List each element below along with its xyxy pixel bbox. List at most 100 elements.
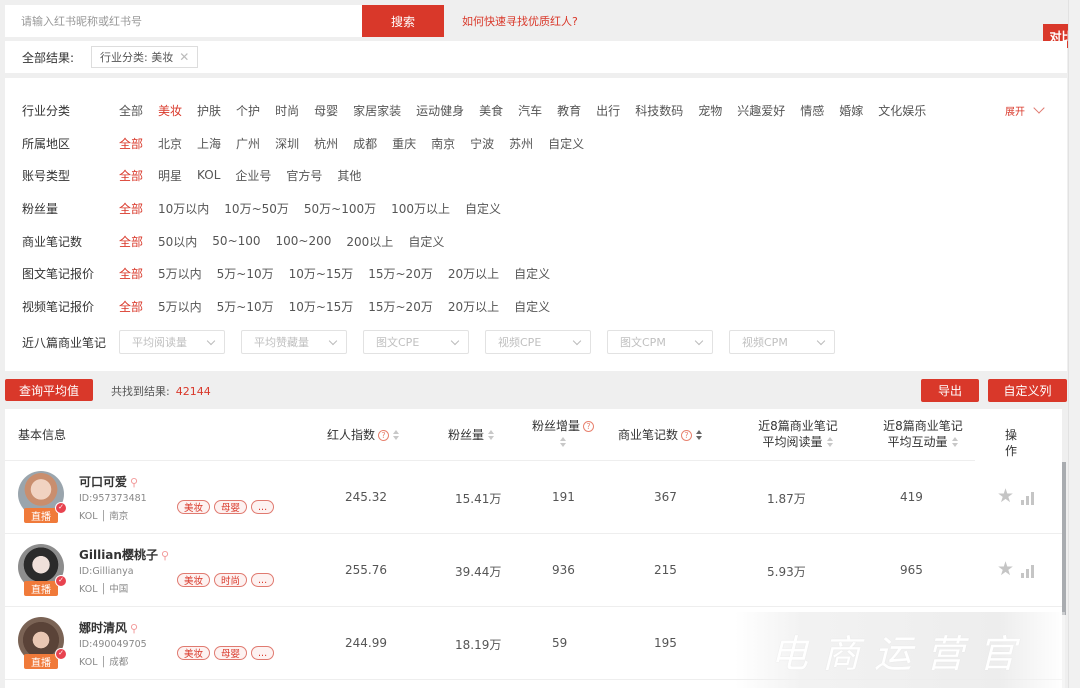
- filter-option[interactable]: 科技数码: [635, 102, 683, 119]
- filter-option[interactable]: 企业号: [235, 167, 271, 184]
- filter-option[interactable]: 苏州: [509, 135, 533, 152]
- category-tag[interactable]: ...: [251, 500, 275, 514]
- filter-option[interactable]: 10万~15万: [289, 298, 354, 315]
- filter-option[interactable]: 全部: [119, 135, 143, 152]
- search-button[interactable]: 搜索: [362, 5, 444, 37]
- filter-option[interactable]: 自定义: [514, 265, 550, 282]
- close-icon[interactable]: ✕: [179, 50, 189, 64]
- filter-option[interactable]: 出行: [596, 102, 620, 119]
- metric-select[interactable]: 平均赞藏量: [241, 330, 347, 354]
- help-icon[interactable]: ?: [378, 430, 390, 441]
- influencer-name[interactable]: Gillian樱桃子 ⚲: [79, 546, 169, 563]
- filter-option[interactable]: 护肤: [197, 102, 221, 119]
- category-tag[interactable]: 时尚: [214, 573, 248, 587]
- header-fans[interactable]: 粉丝量: [448, 427, 495, 443]
- category-tag[interactable]: 母婴: [214, 646, 248, 660]
- filter-option[interactable]: 自定义: [465, 200, 501, 217]
- query-average-button[interactable]: 查询平均值: [5, 379, 93, 401]
- filter-option[interactable]: 兴趣爱好: [737, 102, 785, 119]
- custom-columns-button[interactable]: 自定义列: [988, 379, 1067, 402]
- sort-icon[interactable]: [393, 430, 400, 441]
- filter-option[interactable]: 20万以上: [448, 298, 499, 315]
- metric-select[interactable]: 视频CPE: [485, 330, 591, 354]
- chart-icon[interactable]: [1020, 560, 1038, 578]
- header-notes[interactable]: 商业笔记数?: [618, 427, 703, 443]
- influencer-name[interactable]: 娜时清风 ⚲: [79, 619, 138, 636]
- filter-option[interactable]: 100万以上: [391, 200, 450, 217]
- sort-icon[interactable]: [951, 437, 959, 448]
- filter-option[interactable]: 上海: [197, 135, 221, 152]
- filter-option[interactable]: 5万以内: [158, 265, 202, 282]
- metric-select[interactable]: 视频CPM: [729, 330, 835, 354]
- filter-option[interactable]: 其他: [337, 167, 361, 184]
- filter-option[interactable]: 全部: [119, 200, 143, 217]
- filter-option[interactable]: 5万~10万: [217, 265, 274, 282]
- filter-option[interactable]: 5万~10万: [217, 298, 274, 315]
- table-row[interactable]: 直播 ✓ Gillian樱桃子 ⚲ ID:Gillianya KOL │ 中国 美妆 时尚..…: [5, 534, 1062, 607]
- filter-option[interactable]: 杭州: [314, 135, 338, 152]
- filter-option[interactable]: 情感: [800, 102, 824, 119]
- sort-icon[interactable]: [696, 430, 703, 441]
- filter-option[interactable]: 北京: [158, 135, 182, 152]
- search-icon[interactable]: ⚲: [161, 549, 169, 562]
- export-button[interactable]: 导出: [921, 379, 979, 402]
- filter-option[interactable]: 10万以内: [158, 200, 209, 217]
- filter-option[interactable]: 母婴: [314, 102, 338, 119]
- filter-option[interactable]: 全部: [119, 233, 143, 250]
- filter-option[interactable]: 50以内: [158, 233, 197, 250]
- influencer-name[interactable]: 可口可爱 ⚲: [79, 473, 138, 490]
- category-tag[interactable]: ...: [251, 646, 275, 660]
- category-tag[interactable]: 美妆: [177, 500, 211, 514]
- filter-option[interactable]: 美食: [479, 102, 503, 119]
- sort-icon[interactable]: [559, 437, 567, 448]
- help-icon[interactable]: ?: [681, 430, 693, 441]
- metric-select[interactable]: 图文CPM: [607, 330, 713, 354]
- header-fans-growth[interactable]: 粉丝增量?: [531, 418, 595, 450]
- filter-option[interactable]: 50~100: [212, 234, 260, 248]
- filter-option[interactable]: 文化娱乐: [878, 102, 926, 119]
- filter-option[interactable]: 美妆: [158, 102, 182, 119]
- filter-option[interactable]: 宠物: [698, 102, 722, 119]
- filter-option[interactable]: 运动健身: [416, 102, 464, 119]
- category-tag[interactable]: 美妆: [177, 573, 211, 587]
- filter-option[interactable]: 全部: [119, 102, 143, 119]
- star-icon[interactable]: ★: [997, 559, 1014, 579]
- filter-option[interactable]: 婚嫁: [839, 102, 863, 119]
- table-scrollbar[interactable]: [1062, 462, 1066, 615]
- filter-option[interactable]: 成都: [353, 135, 377, 152]
- filter-option[interactable]: 家居家装: [353, 102, 401, 119]
- sort-icon[interactable]: [488, 430, 495, 441]
- metric-select[interactable]: 图文CPE: [363, 330, 469, 354]
- filter-option[interactable]: 教育: [557, 102, 581, 119]
- star-icon[interactable]: ★: [997, 486, 1014, 506]
- category-tag[interactable]: 美妆: [177, 646, 211, 660]
- header-avg-interaction[interactable]: 近8篇商业笔记 平均互动量: [867, 418, 979, 450]
- table-row[interactable]: 直播 ✓ 可口可爱 ⚲ ID:957373481 KOL │ 南京 美妆 母婴... 245.3…: [5, 461, 1062, 534]
- filter-option[interactable]: 15万~20万: [368, 265, 433, 282]
- filter-option[interactable]: 宁波: [470, 135, 494, 152]
- help-icon[interactable]: ?: [583, 421, 594, 432]
- chart-icon[interactable]: [1020, 487, 1038, 505]
- header-index[interactable]: 红人指数?: [327, 427, 400, 443]
- filter-option[interactable]: 20万以上: [448, 265, 499, 282]
- filter-option[interactable]: 5万以内: [158, 298, 202, 315]
- page-scrollbar[interactable]: [1068, 0, 1080, 688]
- filter-option[interactable]: 官方号: [286, 167, 322, 184]
- search-icon[interactable]: ⚲: [130, 622, 138, 635]
- sort-icon[interactable]: [826, 437, 834, 448]
- filter-option[interactable]: 10万~15万: [289, 265, 354, 282]
- filter-option[interactable]: 广州: [236, 135, 260, 152]
- filter-option[interactable]: 全部: [119, 167, 143, 184]
- filter-option[interactable]: 自定义: [548, 135, 584, 152]
- metric-select[interactable]: 平均阅读量: [119, 330, 225, 354]
- filter-option[interactable]: 自定义: [408, 233, 444, 250]
- filter-option[interactable]: 深圳: [275, 135, 299, 152]
- filter-option[interactable]: 全部: [119, 298, 143, 315]
- filter-option[interactable]: 重庆: [392, 135, 416, 152]
- filter-option[interactable]: 汽车: [518, 102, 542, 119]
- filter-option[interactable]: KOL: [197, 168, 220, 182]
- search-input[interactable]: 请输入红书昵称或红书号: [5, 5, 362, 37]
- filter-option[interactable]: 15万~20万: [368, 298, 433, 315]
- header-avg-read[interactable]: 近8篇商业笔记 平均阅读量: [742, 418, 854, 450]
- help-link[interactable]: 如何快速寻找优质红人?: [462, 13, 578, 29]
